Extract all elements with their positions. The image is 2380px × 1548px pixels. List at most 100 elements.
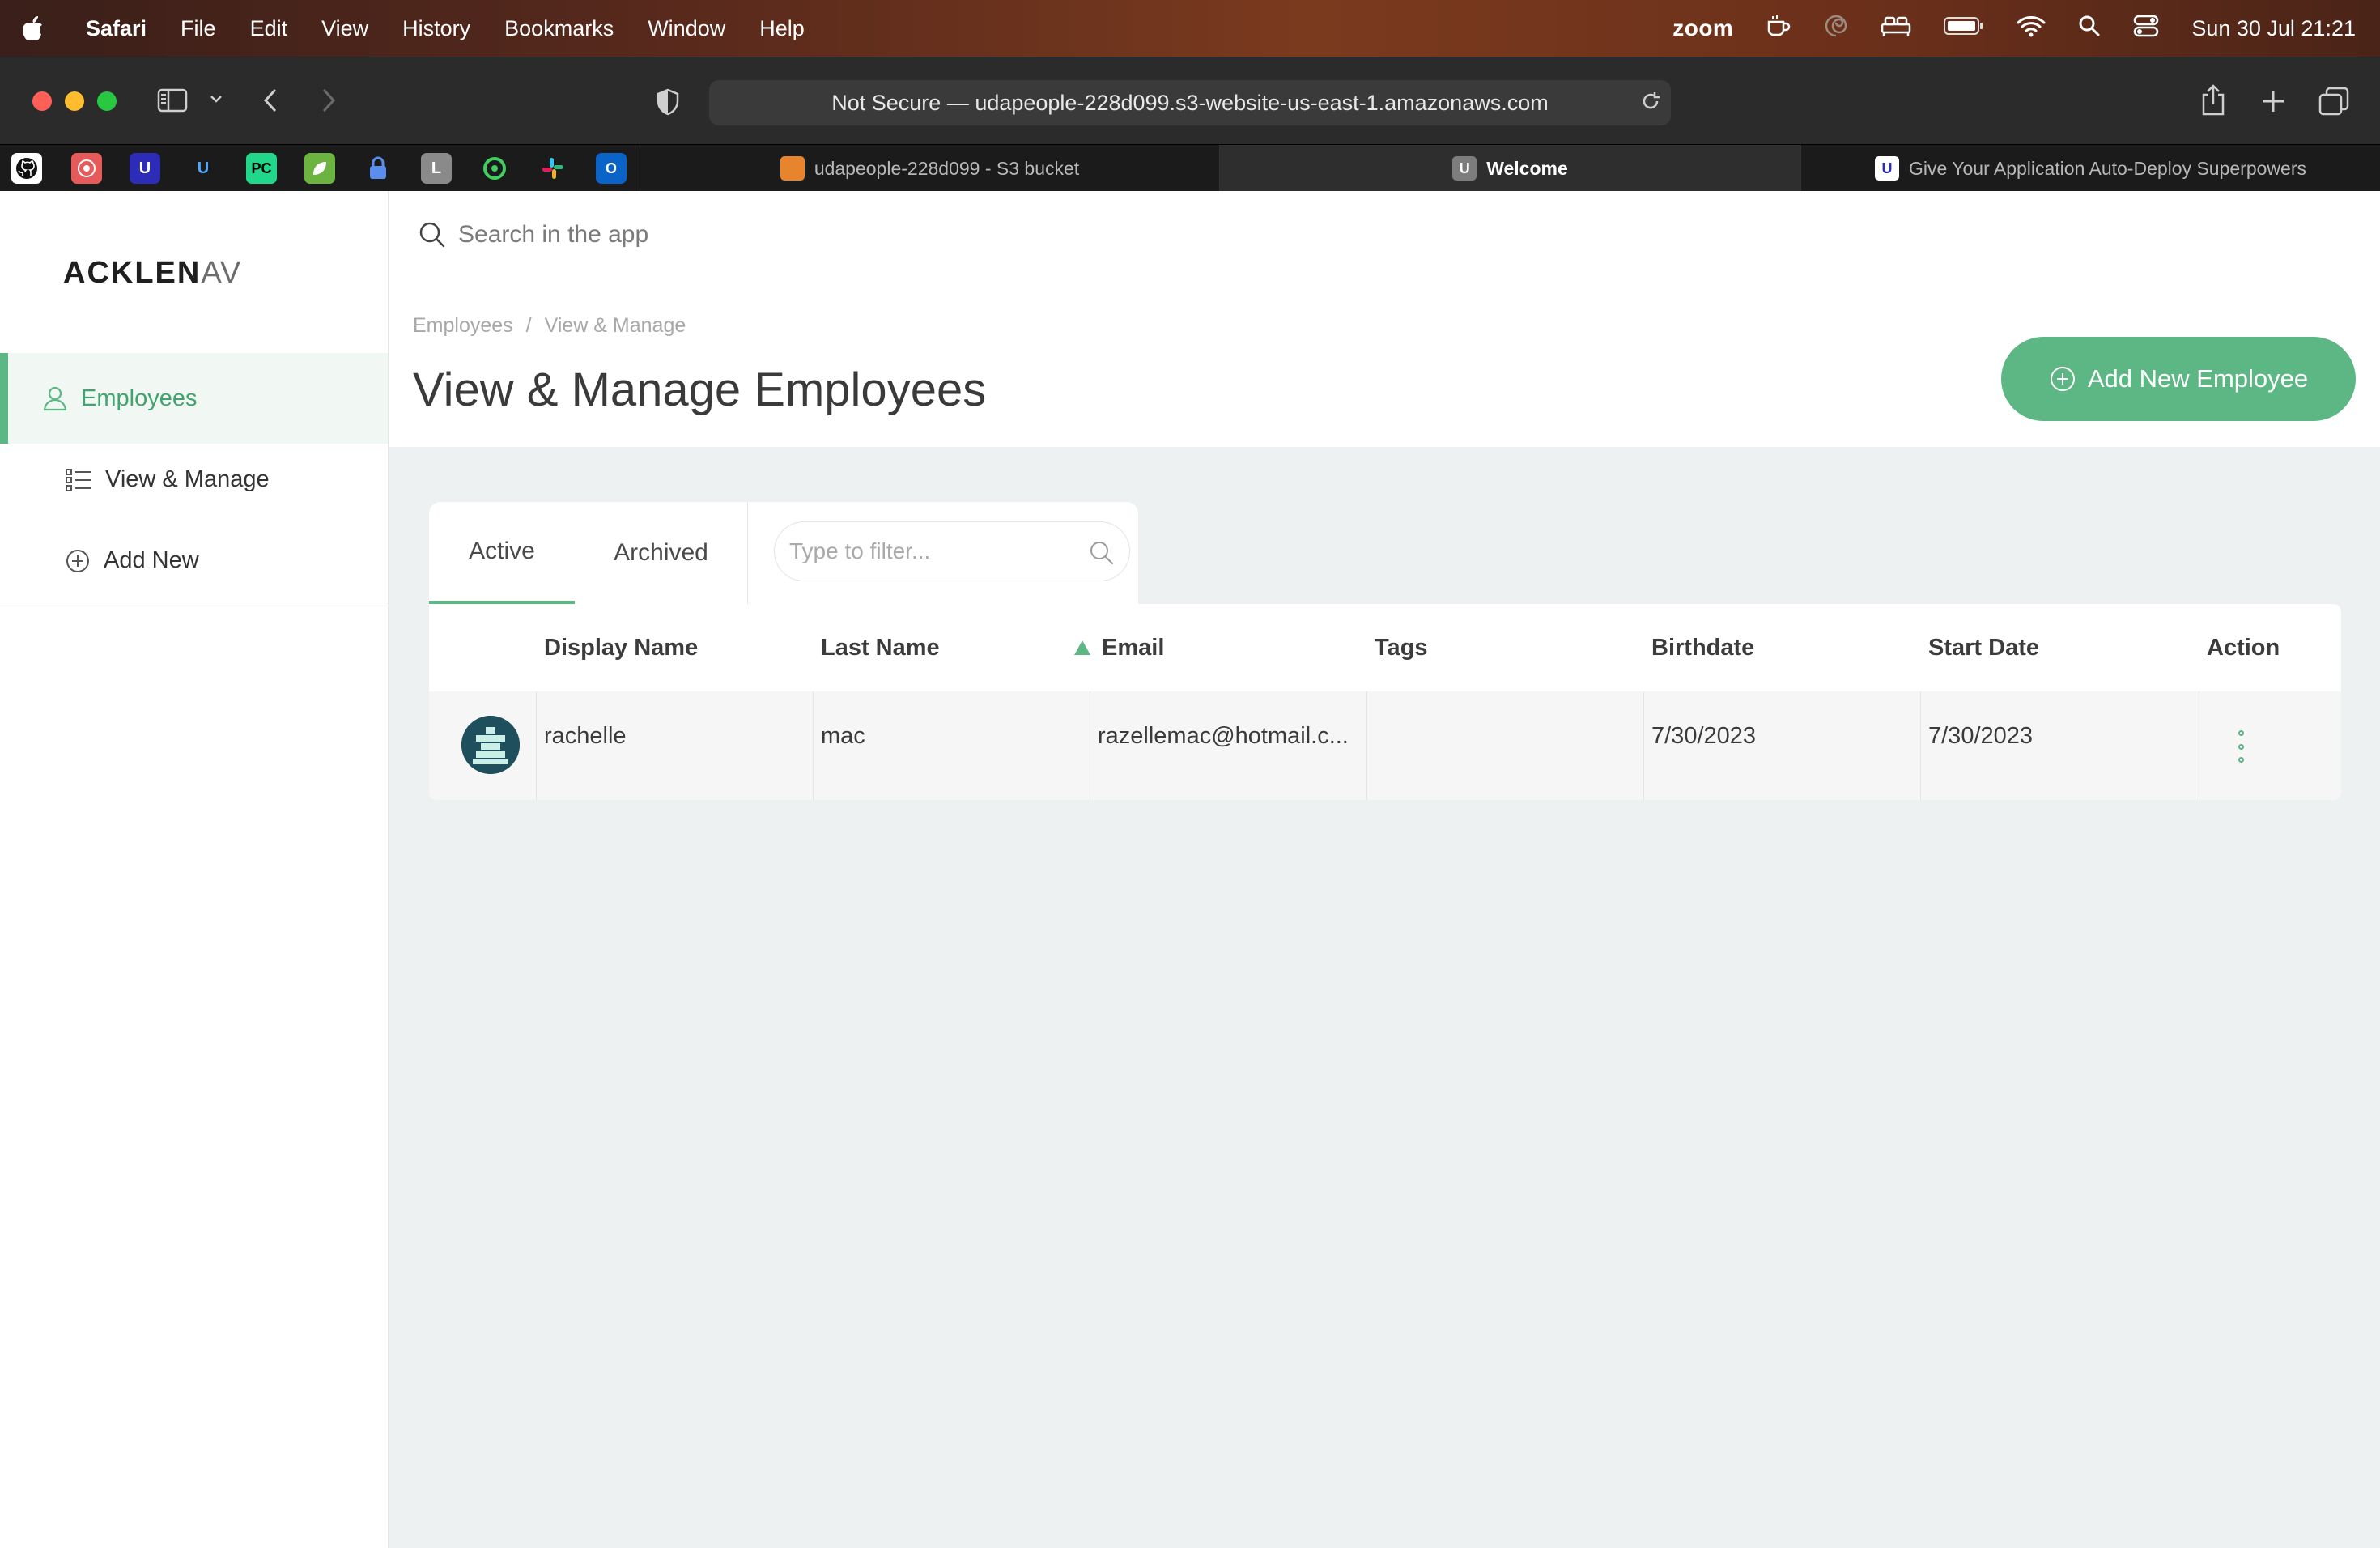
forward-arrow-icon[interactable] [317, 87, 338, 114]
privacy-shield-icon[interactable] [656, 88, 680, 116]
menubar-clock[interactable]: Sun 30 Jul 21:21 [2191, 16, 2356, 41]
menu-bookmarks[interactable]: Bookmarks [504, 16, 614, 41]
filter-placeholder: Type to filter... [789, 538, 931, 563]
control-center-icon[interactable] [2133, 15, 2159, 43]
table-header: Display Name Last Name Email Tags Birthd… [429, 604, 2341, 691]
add-new-employee-button[interactable]: Add New Employee [2001, 337, 2356, 421]
column-header-tags[interactable]: Tags [1375, 604, 1428, 691]
search-icon [1090, 542, 1113, 564]
menu-file[interactable]: File [181, 16, 216, 41]
add-button-label: Add New Employee [2087, 364, 2309, 393]
column-divider [1643, 691, 1644, 800]
tab-auto-deploy[interactable]: U Give Your Application Auto-Deploy Supe… [1800, 145, 2380, 192]
url-text: Not Secure — udapeople-228d099.s3-websit… [831, 90, 1549, 115]
menu-history[interactable]: History [402, 16, 470, 41]
zoom-window-button[interactable] [97, 91, 117, 111]
apple-icon[interactable] [23, 16, 65, 40]
filter-tabs-card: Active Archived Type to filter... [429, 502, 1138, 604]
table-row[interactable]: rachelle mac razellemac@hotmail.c... 7/3… [429, 691, 2341, 800]
column-header-display-name[interactable]: Display Name [544, 604, 698, 691]
cell-start-date: 7/30/2023 [1928, 722, 2034, 749]
new-tab-plus-icon[interactable] [2260, 88, 2286, 114]
share-icon[interactable] [2200, 83, 2226, 116]
udacity-icon: U [1875, 156, 1899, 181]
battery-icon[interactable] [1944, 16, 1984, 41]
reload-icon[interactable] [1640, 90, 1661, 113]
column-header-start-date[interactable]: Start Date [1928, 604, 2039, 691]
menu-edit[interactable]: Edit [250, 16, 288, 41]
sidebar-toggle-icon[interactable] [157, 88, 188, 113]
breadcrumb-separator: / [525, 314, 532, 337]
tab-s3-bucket[interactable]: udapeople-228d099 - S3 bucket [640, 145, 1219, 192]
chevron-down-icon[interactable] [209, 93, 223, 104]
employees-table: Display Name Last Name Email Tags Birthd… [429, 604, 2341, 800]
zoom-status-icon[interactable]: zoom [1672, 15, 1733, 41]
sidebar-item-label: Add New [104, 547, 199, 573]
column-header-action: Action [2207, 634, 2280, 661]
tab-active[interactable]: Active [429, 502, 575, 604]
github-icon[interactable] [11, 153, 42, 184]
menu-view[interactable]: View [321, 16, 368, 41]
sidebar-item-add-new[interactable]: Add New [65, 547, 199, 574]
tab-overview-icon[interactable] [2318, 87, 2349, 116]
menu-safari[interactable]: Safari [86, 16, 147, 41]
tab-label: Welcome [1486, 157, 1568, 179]
plus-circle-icon [2050, 367, 2075, 391]
filter-input[interactable]: Type to filter... [774, 521, 1130, 581]
column-divider [1366, 691, 1367, 800]
menu-window[interactable]: Window [648, 16, 725, 41]
close-window-button[interactable] [32, 91, 52, 111]
search-icon [419, 222, 445, 248]
coffee-status-icon[interactable] [1766, 14, 1791, 44]
sidebar: ACKLENAV Employees View & Manage Add New [0, 191, 389, 1548]
pycharm-icon[interactable]: PC [246, 153, 277, 184]
lock-icon[interactable] [363, 153, 393, 184]
sidebar-item-label: View & Manage [105, 466, 270, 492]
cell-email: razellemac@hotmail.c... [1098, 722, 1349, 749]
sidebar-item-view-manage[interactable]: View & Manage [65, 466, 270, 493]
tab-welcome[interactable]: U Welcome [1219, 145, 1800, 192]
cell-display-name: rachelle [544, 722, 627, 749]
browser-toolbar: Not Secure — udapeople-228d099.s3-websit… [0, 57, 2380, 144]
breadcrumb-employees[interactable]: Employees [413, 314, 513, 337]
search-input[interactable]: Search in the app [458, 221, 648, 249]
app-icon[interactable] [71, 153, 102, 184]
spotlight-search-icon[interactable] [2078, 15, 2101, 43]
page-title: View & Manage Employees [413, 364, 987, 416]
column-header-email[interactable]: Email [1074, 604, 1164, 691]
address-bar[interactable]: Not Secure — udapeople-228d099.s3-websit… [709, 80, 1671, 125]
sidebar-item-label: Employees [81, 385, 198, 411]
minimize-window-button[interactable] [65, 91, 84, 111]
udacity-icon[interactable]: U [130, 153, 160, 184]
column-divider [536, 691, 537, 800]
web-page: ACKLENAV Employees View & Manage Add New… [0, 191, 2380, 1548]
spring-icon[interactable] [304, 153, 335, 184]
cell-last-name: mac [821, 722, 865, 749]
sort-ascending-icon [1074, 640, 1090, 655]
main-content: Search in the app Employees / View & Manag… [389, 191, 2380, 1548]
outlook-icon[interactable]: O [596, 153, 627, 184]
wifi-icon[interactable] [2017, 15, 2046, 43]
back-arrow-icon[interactable] [261, 87, 282, 114]
app-search[interactable]: Search in the app [418, 220, 648, 249]
tab-bar: U U PC L O udapeople-228d099 - S3 bucket… [0, 144, 2380, 192]
logo-text-tail: AV [201, 256, 242, 290]
list-icon [66, 468, 91, 491]
breadcrumb-view-manage[interactable]: View & Manage [545, 314, 686, 337]
slack-icon[interactable] [538, 153, 568, 184]
company-logo[interactable]: ACKLENAV [63, 256, 241, 291]
cell-birthdate: 7/30/2023 [1651, 722, 1757, 749]
column-header-last-name[interactable]: Last Name [821, 604, 940, 691]
udacity-icon[interactable]: U [188, 153, 219, 184]
circleci-icon[interactable] [479, 153, 510, 184]
l-bookmark-icon[interactable]: L [421, 153, 452, 184]
bed-status-icon[interactable] [1881, 15, 1911, 43]
menu-help[interactable]: Help [759, 16, 805, 41]
logo-text: ACKLEN [63, 256, 202, 290]
tab-archived[interactable]: Archived [575, 502, 748, 604]
column-header-birthdate[interactable]: Birthdate [1651, 604, 1754, 691]
column-divider [1920, 691, 1921, 800]
spiral-status-icon[interactable] [1824, 14, 1848, 44]
sidebar-item-employees[interactable]: Employees [0, 353, 388, 444]
row-actions-menu-icon[interactable] [2233, 730, 2249, 763]
